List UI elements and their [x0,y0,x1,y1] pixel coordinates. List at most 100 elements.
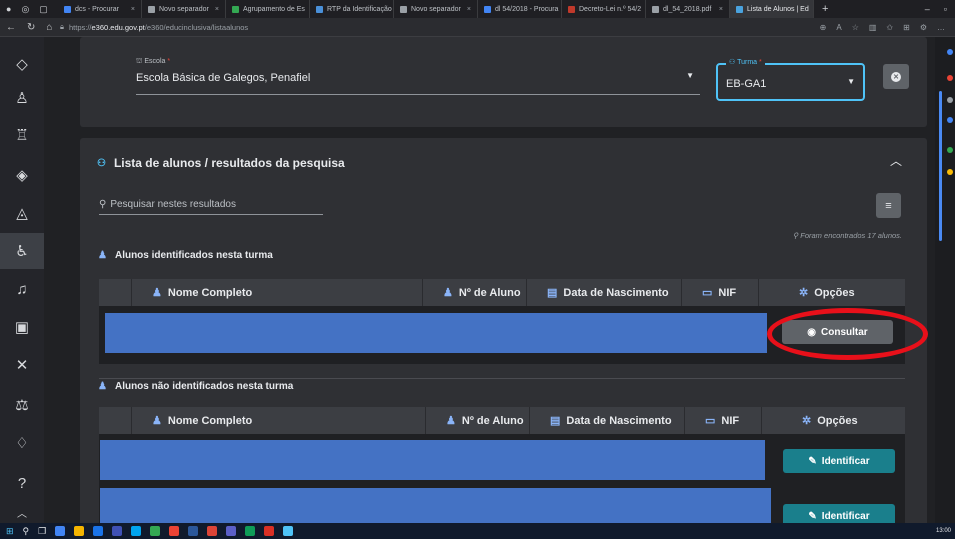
browser-tab[interactable]: dl_54_2018.pdf × [646,0,730,18]
col-nome[interactable]: ♟ Nome Completo [131,279,422,306]
identified-table-header: ♟ Nome Completo ♟ Nº de Aluno ▤ Data de Nas… [99,279,905,306]
browser-tab[interactable]: Lista de Alunos | Ed× [730,0,814,18]
scrollbar[interactable] [939,91,942,241]
store-icon[interactable] [93,526,104,536]
files-icon[interactable] [74,526,85,536]
collections-icon[interactable]: ⊞ [903,23,910,32]
sidebar-item-collapse[interactable]: ︿ [0,501,44,523]
browser-tab[interactable]: Decreto-Lei n.º 54/2× [562,0,646,18]
extensions-icon[interactable]: ⚙ [920,23,927,32]
tab-close-icon[interactable]: × [131,6,135,13]
col-nome[interactable]: ♟ Nome Completo [131,407,425,434]
more-menu-icon[interactable]: … [937,23,945,32]
office-icon[interactable] [947,147,953,153]
escola-select[interactable]: ⛫ Escola * Escola Básica de Galegos, Pen… [136,57,700,95]
task-view-icon[interactable]: ❐ [38,526,46,537]
maximize-icon[interactable]: ▫ [944,4,947,14]
calendar-icon: ▤ [547,287,558,299]
turma-select[interactable]: ⚇ Turma * EB-GA1 ▼ [716,58,865,101]
app-icon[interactable] [131,526,142,536]
home-icon[interactable]: ⌂ [46,22,52,33]
outlook-icon[interactable] [947,169,953,175]
toolbar-icons: ⊕ A ☆ ▥ ✩ ⊞ ⚙ … [820,23,955,32]
mail-icon[interactable] [112,526,123,536]
filters-card: ⛫ Escola * Escola Básica de Galegos, Pen… [80,37,927,127]
favorites-icon[interactable]: ✩ [886,23,893,32]
edge-icon[interactable] [55,526,66,536]
sidebar-item-tag[interactable]: ◬ [0,195,44,231]
col-numero[interactable]: ♟ Nº de Aluno [425,407,529,434]
menu-button[interactable]: ≡ [876,193,901,218]
col-nif[interactable]: ▭ NIF [681,279,758,306]
tab-close-icon[interactable]: × [467,6,471,13]
accessibility-icon: ♿︎ [15,243,29,260]
windows-start-icon[interactable]: ⊞ [6,526,14,537]
split-screen-icon[interactable]: ▥ [869,23,877,32]
user-x-icon: ♟ [98,381,107,392]
col-opcoes[interactable]: ✲ Opções [758,279,905,306]
identificar-button[interactable]: ✎ Identificar [783,504,895,523]
app-icon[interactable] [264,526,275,536]
shopping-icon[interactable] [947,75,953,81]
zoom-icon[interactable]: ⊕ [820,23,827,32]
browser-tab[interactable]: Novo separador × [394,0,478,18]
tab-favicon-icon [148,5,155,13]
tab-favicon-icon [652,5,659,13]
col-nif[interactable]: ▭ NIF [684,407,761,434]
browser-tab[interactable]: RTP da Identificação× [310,0,394,18]
search-icon[interactable] [947,49,953,55]
col-data-nascimento[interactable]: ▤ Data de Nascimento [526,279,681,306]
word-icon[interactable] [188,526,199,536]
tab-close-icon[interactable]: × [719,6,723,13]
profile-icon[interactable]: ● [6,4,11,15]
new-tab-icon[interactable]: + [814,3,836,15]
tab-label: dcs - Procurar [75,5,119,13]
tools-icon[interactable] [947,97,953,103]
clear-filter-button[interactable]: ✕ [883,64,909,89]
tab-favicon-icon [736,5,743,13]
favorite-star-icon[interactable]: ☆ [852,23,859,32]
collapse-chevron-icon[interactable]: ︿ [890,152,902,169]
refresh-icon[interactable]: ↻ [27,22,35,33]
browser-tab[interactable]: dl 54/2018 - Procura× [478,0,562,18]
col-numero[interactable]: ♟ Nº de Aluno [422,279,526,306]
browser-tab[interactable]: Novo separador × [142,0,226,18]
sidebar-item-calendar[interactable]: ▣ [0,309,44,345]
sidebar-item-directions[interactable]: ◈ [0,157,44,193]
col-opcoes[interactable]: ✲ Opções [761,407,905,434]
excel-icon[interactable] [150,526,161,536]
person-icon: ♟ [152,415,162,427]
chrome-icon[interactable] [245,526,256,536]
browser-tab[interactable]: Agrupamento de Es× [226,0,310,18]
sidebar-item-accessibility[interactable]: ♿︎ [0,233,44,269]
directions-icon: ◈ [16,167,28,184]
teams-icon[interactable] [226,526,237,536]
search-icon[interactable]: ⚲ [23,526,30,537]
sidebar-item-group[interactable]: ♖ [0,117,44,153]
sidebar-item-person[interactable]: ♙ [0,80,44,116]
browser-tab-strip: ● ◎ ▢ dcs - Procurar × Novo separador × Agru… [0,0,955,18]
col-data-nascimento[interactable]: ▤ Data de Nascimento [529,407,684,434]
minimize-icon[interactable]: – [925,4,930,14]
read-aloud-icon[interactable]: A [836,23,841,32]
workspaces-icon[interactable]: ◎ [21,4,29,15]
powerpoint-icon[interactable] [169,526,180,536]
sidebar-item-help[interactable]: ? [0,465,44,501]
results-search-input[interactable]: ⚲ Pesquisar nestes resultados [99,195,323,215]
chevron-up-icon: ︿ [17,508,27,520]
sidebar-item-bulb[interactable]: ♢ [0,425,44,461]
gmail-icon[interactable] [207,526,218,536]
sidebar-item-scale[interactable]: ⚖ [0,387,44,423]
url-field[interactable]: 🔒︎ https://e360.edu.gov.pt/e360/educincl… [60,22,248,32]
app-icon[interactable] [283,526,294,536]
back-icon[interactable]: ← [6,22,16,33]
identificar-button[interactable]: ✎ Identificar [783,449,895,473]
browser-tab[interactable]: dcs - Procurar × [58,0,142,18]
tab-actions-icon[interactable]: ▢ [39,4,48,15]
games-icon[interactable] [947,117,953,123]
location-pin-icon: ⚲ [792,231,799,240]
tab-close-icon[interactable]: × [215,6,219,13]
sidebar-item-diamond[interactable]: ◇ [0,46,44,82]
sidebar-item-music[interactable]: ♫ [0,271,44,307]
sidebar-item-tools[interactable]: ✕ [0,347,44,383]
